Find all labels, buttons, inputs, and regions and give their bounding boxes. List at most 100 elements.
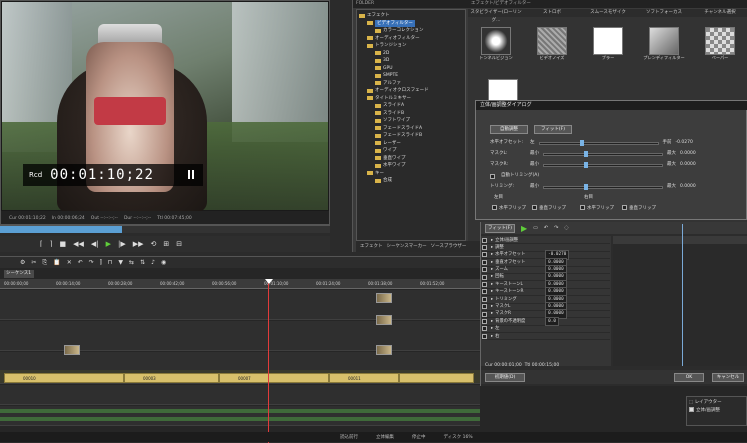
settings-icon[interactable]: ⚙ xyxy=(20,257,25,268)
kf-redo-icon[interactable]: ↷ xyxy=(554,225,558,231)
sequence-tab[interactable]: シーケンス1 xyxy=(4,270,34,278)
split-icon[interactable]: ⫿ xyxy=(100,257,102,268)
tree-item[interactable]: 2D xyxy=(359,50,463,58)
clip-thumb[interactable] xyxy=(376,293,392,303)
tree-item[interactable]: 合成 xyxy=(359,177,463,185)
set-out-icon[interactable]: ⌉ xyxy=(50,240,53,248)
audio-icon[interactable]: ♪ xyxy=(151,257,155,268)
layer-item[interactable]: 立体/画調整 xyxy=(689,407,744,415)
kf-play-icon[interactable]: ▶ xyxy=(521,224,527,233)
cut-icon[interactable]: ✂ xyxy=(31,257,36,268)
keyframe-row[interactable]: ▸ 右 xyxy=(482,333,610,341)
keyframe-checkbox[interactable] xyxy=(482,311,487,317)
clip-thumb[interactable] xyxy=(64,345,80,355)
tree-item[interactable]: ビデオフィルター xyxy=(359,19,463,27)
keyframe-checkbox[interactable] xyxy=(482,252,487,258)
left-hflip[interactable]: 水平フリップ xyxy=(492,205,526,213)
keyframe-checkbox[interactable] xyxy=(482,267,487,273)
slider-knob[interactable] xyxy=(584,150,588,157)
right-vflip[interactable]: 垂直フリップ xyxy=(622,205,656,213)
kf-fit-button[interactable]: フィット(F) xyxy=(485,223,515,233)
keyframe-graph[interactable] xyxy=(613,236,747,366)
play-icon[interactable]: ▶ xyxy=(106,240,111,248)
effects-tab[interactable]: エフェクト xyxy=(360,241,383,252)
keyframe-checkbox[interactable] xyxy=(482,304,487,310)
dialog-slider[interactable] xyxy=(543,183,663,190)
keyframe-value[interactable]: 0.0 xyxy=(545,316,559,327)
delete-icon[interactable]: ✕ xyxy=(67,257,72,268)
effect-item[interactable]: トンネルビジョン xyxy=(471,27,521,67)
rewind-icon[interactable]: ◀◀ xyxy=(73,240,84,248)
set-in-icon[interactable]: ⌈ xyxy=(40,240,43,248)
keyframe-checkbox[interactable] xyxy=(482,326,487,332)
keyframe-checkbox[interactable] xyxy=(482,318,487,324)
tree-item[interactable]: キー xyxy=(359,170,463,178)
redo-icon[interactable]: ↷ xyxy=(89,257,94,268)
keyframe-checkbox[interactable] xyxy=(482,274,487,280)
effect-item[interactable]: ブラー xyxy=(583,27,633,67)
effects-tab[interactable]: シーケンスマーカー xyxy=(387,241,427,252)
timeline-ruler[interactable]: 00:00:00;00 00:00:14;00 00:00:28;00 00:00:4… xyxy=(0,279,480,289)
tree-item[interactable]: スライドB xyxy=(359,110,463,118)
keyframe-checkbox[interactable] xyxy=(482,296,487,302)
tree-item[interactable]: タイトルミキサー xyxy=(359,95,463,103)
cancel-button[interactable]: キャンセル xyxy=(712,372,744,382)
tree-item[interactable]: オーディオフィルター xyxy=(359,35,463,43)
keyframe-checkbox[interactable] xyxy=(482,259,487,265)
timeline-clip[interactable]: 00007 xyxy=(219,373,329,383)
copy-icon[interactable]: ⎘ xyxy=(42,257,47,268)
effect-item[interactable]: ビデオノイズ xyxy=(527,27,577,67)
timeline-clip[interactable]: 00011 xyxy=(329,373,399,383)
tree-item[interactable]: アルファ xyxy=(359,80,463,88)
tree-item[interactable]: カラーコレクション xyxy=(359,27,463,35)
tree-item[interactable]: エフェクト xyxy=(359,12,463,20)
timeline-clip[interactable] xyxy=(399,373,474,383)
marker-icon[interactable]: ▼ xyxy=(118,257,123,268)
stop-icon[interactable]: ■ xyxy=(59,240,66,248)
kf-hide-icon[interactable]: ◌ xyxy=(564,225,568,231)
keyframe-checkbox[interactable] xyxy=(482,282,487,288)
slider-knob[interactable] xyxy=(584,183,588,190)
mode-select[interactable]: 自動調整 xyxy=(490,125,528,134)
init-button[interactable]: 初期値(D) xyxy=(485,372,525,382)
keyframe-checkbox[interactable] xyxy=(482,289,487,295)
slider-knob[interactable] xyxy=(584,161,588,168)
snap-icon[interactable]: ⊓ xyxy=(108,257,113,268)
insert-icon[interactable]: ⊞ xyxy=(163,240,169,248)
tree-item[interactable]: オーディオクロスフェード xyxy=(359,87,463,95)
dialog-slider[interactable] xyxy=(543,161,663,168)
ok-button[interactable]: OK xyxy=(674,372,704,382)
timeline-clip[interactable]: 00010 xyxy=(4,373,124,383)
render-icon[interactable]: ◉ xyxy=(161,257,166,268)
keyframe-cursor[interactable] xyxy=(682,224,683,366)
track-audio-1[interactable] xyxy=(0,385,480,405)
keyframe-checkbox[interactable] xyxy=(482,245,487,251)
tree-item[interactable]: SMPTE xyxy=(359,72,463,80)
preview-scrubber[interactable] xyxy=(0,225,330,233)
tree-item[interactable]: 垂直ワイプ xyxy=(359,155,463,163)
keyframe-checkbox[interactable] xyxy=(482,333,487,339)
timeline-clip[interactable]: 00003 xyxy=(124,373,219,383)
playhead-handle[interactable] xyxy=(265,279,273,284)
effect-item[interactable]: ペーパー xyxy=(695,27,745,67)
effect-item[interactable]: プレンディフィルター xyxy=(639,27,689,67)
tree-item[interactable]: トランジション xyxy=(359,42,463,50)
dialog-slider[interactable] xyxy=(543,150,663,157)
paste-icon[interactable]: 📋 xyxy=(53,257,60,268)
left-vflip[interactable]: 垂直フリップ xyxy=(532,205,566,213)
step-back-icon[interactable]: ◀| xyxy=(91,240,99,248)
tree-item[interactable]: GPU xyxy=(359,65,463,73)
sync-icon[interactable]: ⇅ xyxy=(140,257,145,268)
tree-item[interactable]: スライドA xyxy=(359,102,463,110)
tree-item[interactable]: 水平ワイプ xyxy=(359,162,463,170)
tree-item[interactable]: フェードスライドA xyxy=(359,125,463,133)
overwrite-icon[interactable]: ⊟ xyxy=(176,240,182,248)
track-v2[interactable] xyxy=(0,290,480,320)
kf-monitor-icon[interactable]: ▭ xyxy=(533,225,538,231)
kf-undo-icon[interactable]: ↶ xyxy=(544,225,548,231)
right-hflip[interactable]: 水平フリップ xyxy=(580,205,614,213)
clip-thumb[interactable] xyxy=(376,345,392,355)
tree-item[interactable]: フェードスライドB xyxy=(359,132,463,140)
fast-forward-icon[interactable]: ▶▶ xyxy=(133,240,144,248)
effects-tab[interactable]: ソースブラウザー xyxy=(431,241,467,252)
